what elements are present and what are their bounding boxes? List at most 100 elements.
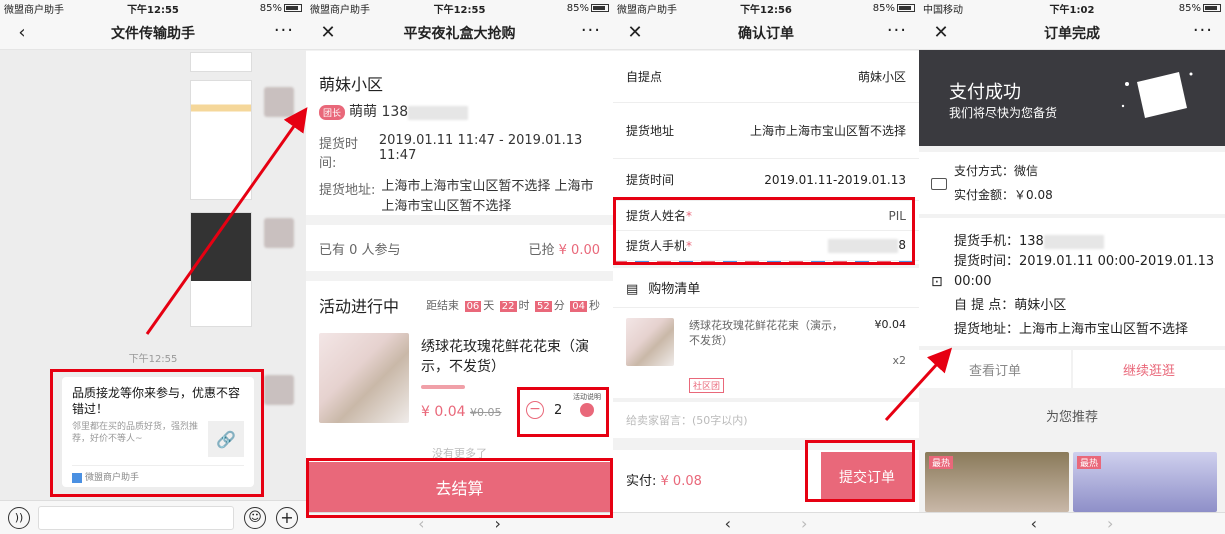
remark-field[interactable]: 给卖家留言：(50字以内) xyxy=(613,402,919,438)
original-price: ¥0.05 xyxy=(469,406,502,419)
page-title: 确认订单 xyxy=(738,25,794,42)
message-time: 下午12:55 xyxy=(128,354,178,365)
payment-info: 支付方式：微信 实付金额：￥0.08 xyxy=(919,152,1225,214)
plus-icon[interactable]: + xyxy=(276,507,298,529)
screenshot-message[interactable] xyxy=(190,212,252,327)
product-image[interactable] xyxy=(319,333,409,423)
cart-item-name: 绣球花玫瑰花鲜花花束（演示，不发货） xyxy=(689,319,843,347)
back-icon[interactable]: ‹ xyxy=(725,514,731,533)
recommend-item[interactable]: 最热 xyxy=(925,452,1069,512)
activity-status: 活动进行中 xyxy=(319,297,400,316)
battery-icon xyxy=(1202,3,1221,12)
recommend-item[interactable]: 最热 xyxy=(1073,452,1217,512)
status-bar: 中国移动 下午1:02 85% xyxy=(919,0,1225,16)
back-icon[interactable]: ‹ xyxy=(1031,514,1037,533)
order-complete-screen: 中国移动 下午1:02 85% ✕ 订单完成 ··· 支付成功 我们将尽快为您备… xyxy=(919,0,1225,534)
pickup-addr-row: 提货地址: 上海市上海市宝山区暂不选择 上海市上海市宝山区暂不选择 xyxy=(306,171,613,217)
back-icon[interactable]: ‹ xyxy=(418,514,424,533)
battery-icon xyxy=(591,3,610,12)
name-value[interactable]: PIL xyxy=(889,209,906,223)
forward-icon[interactable]: › xyxy=(801,514,807,533)
battery: 85% xyxy=(509,3,610,14)
input-bar: )) ☺ + xyxy=(0,500,306,534)
hot-badge: 最热 xyxy=(1077,456,1102,469)
success-title: 支付成功 xyxy=(949,82,1021,103)
status-bar: 微盟商户助手 下午12:55 85% xyxy=(0,0,306,16)
pickup-time-label: 提货时间 xyxy=(626,173,675,187)
avatar[interactable] xyxy=(264,218,294,248)
minus-button[interactable]: − xyxy=(526,401,544,419)
page-title: 订单完成 xyxy=(1044,25,1100,42)
cart-item-price: ¥0.04 xyxy=(874,318,907,331)
view-order-button[interactable]: 查看订单 xyxy=(919,350,1071,388)
more-icon[interactable]: ··· xyxy=(1193,20,1213,41)
pickup-info: ⊡ 提货手机：138 提货时间：2019.01.11 00:00-2019.01… xyxy=(919,218,1225,346)
cart-item-image xyxy=(626,318,674,366)
nav-bar: ✕ 平安夜礼盒大抢购 ··· xyxy=(306,16,613,50)
nav-bar: ‹ 文件传输助手 ··· xyxy=(0,16,306,50)
progress-bar xyxy=(421,385,465,389)
pay-method: 支付方式：微信 xyxy=(954,164,1039,178)
receipt-illustration-icon xyxy=(1121,72,1193,118)
pickup-time: 提货时间：2019.01.11 00:00-2019.01.13 00:00 xyxy=(954,254,1215,289)
product-name[interactable]: 绣球花玫瑰花鲜花花束（演示，不发货） xyxy=(421,337,601,377)
pickup-time-label: 提货时间: xyxy=(319,137,359,171)
app-icon xyxy=(72,472,82,483)
cart-item-qty: x2 xyxy=(892,354,906,367)
close-icon[interactable]: ✕ xyxy=(316,22,340,43)
pickup-addr-row: 提货地址 上海市上海市宝山区暂不选择 xyxy=(613,103,919,159)
screenshot-message[interactable] xyxy=(190,52,252,72)
more-icon[interactable]: ··· xyxy=(887,20,907,41)
checkout-button[interactable]: 去结算 xyxy=(306,462,613,512)
quantity-stepper[interactable]: − 2 xyxy=(526,401,562,419)
phone-value[interactable]: 8 xyxy=(828,238,906,253)
cart-header: ▤ 购物清单 xyxy=(613,268,919,308)
continue-shopping-button[interactable]: 继续逛逛 xyxy=(1073,350,1225,388)
success-banner: 支付成功 我们将尽快为您备货 xyxy=(919,50,1225,146)
pickup-addr-value: 上海市上海市宝山区暂不选择 上海市上海市宝山区暂不选择 xyxy=(381,179,594,214)
leader-row: 团长 萌萌 138 xyxy=(306,95,613,121)
pickup-address: 提货地址：上海市上海市宝山区暂不选择 xyxy=(954,322,1189,337)
activity-note[interactable]: 活动说明 xyxy=(572,393,602,417)
nav-bar: ✕ 订单完成 ··· xyxy=(919,16,1225,50)
recommend-title: 为您推荐 xyxy=(1045,410,1098,425)
close-icon[interactable]: ✕ xyxy=(929,22,953,43)
activity-header: 活动进行中 距结束 06 天 22 时 52 分 04 秒 xyxy=(306,281,613,317)
avatar[interactable] xyxy=(264,87,294,117)
back-icon[interactable]: ‹ xyxy=(10,22,34,43)
clock: 下午1:02 xyxy=(1049,4,1095,16)
page-title: 平安夜礼盒大抢购 xyxy=(403,25,516,42)
total: 实付: ¥ 0.08 xyxy=(626,474,702,489)
browser-nav: ‹ › xyxy=(306,512,613,534)
hot-badge: 最热 xyxy=(929,456,954,469)
cart-section: ▤ 购物清单 绣球花玫瑰花鲜花花束（演示，不发货） ¥0.04 x2 社区团 xyxy=(613,268,919,398)
close-icon[interactable]: ✕ xyxy=(623,22,647,43)
name-field[interactable]: 提货人姓名* PIL xyxy=(613,201,919,231)
pickup-time-value: 2019.01.11 11:47 - 2019.01.13 11:47 xyxy=(378,133,583,163)
carrier: 微盟商户助手 xyxy=(4,4,64,16)
emoji-icon[interactable]: ☺ xyxy=(244,507,266,529)
chat-screen: 微盟商户助手 下午12:55 85% ‹ 文件传输助手 ··· 下午12:55 … xyxy=(0,0,306,534)
battery: 85% xyxy=(203,3,302,14)
status-bar: 微盟商户助手 下午12:56 85% xyxy=(613,0,919,16)
pickup-time-row: 提货时间 2019.01.11-2019.01.13 xyxy=(613,159,919,201)
pickup-point-row: 自提点 萌妹小区 xyxy=(613,51,919,103)
cart-item-tag: 社区团 xyxy=(689,374,725,393)
share-card[interactable]: 品质接龙等你来参与，优惠不容错过！ 邻里都在买的品质好货，强烈推荐，好价不等人~… xyxy=(62,377,254,487)
battery-icon xyxy=(896,3,915,12)
battery-icon xyxy=(283,3,302,12)
voice-icon[interactable]: )) xyxy=(8,507,30,529)
more-icon[interactable]: ··· xyxy=(581,20,601,41)
screenshot-message[interactable] xyxy=(190,80,252,200)
submit-order-button[interactable]: 提交订单 xyxy=(821,452,913,502)
countdown: 距结束 06 天 22 时 52 分 04 秒 xyxy=(426,299,600,312)
forward-icon[interactable]: › xyxy=(1107,514,1113,533)
forward-icon[interactable]: › xyxy=(495,514,501,533)
message-input[interactable] xyxy=(38,506,234,530)
community-name: 萌妹小区 xyxy=(319,75,384,94)
card-description: 邻里都在买的品质好货，强烈推荐，好价不等人~ xyxy=(72,422,199,444)
pickup-phone: 提货手机：138 xyxy=(954,230,1104,249)
phone-field[interactable]: 提货人手机* 8 xyxy=(613,231,919,261)
more-icon[interactable]: ··· xyxy=(274,20,294,41)
avatar[interactable] xyxy=(264,375,294,405)
